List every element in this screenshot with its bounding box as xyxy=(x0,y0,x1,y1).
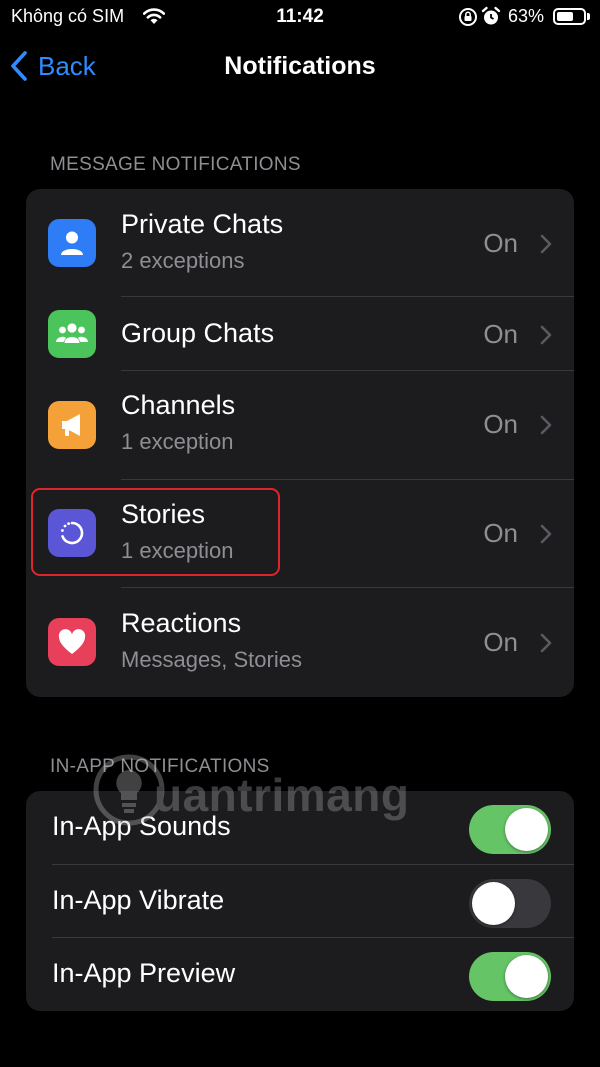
row-private-chats[interactable]: Private Chats 2 exceptions On xyxy=(26,189,574,296)
in-app-vibrate-toggle[interactable] xyxy=(469,879,551,928)
alarm-icon xyxy=(481,6,501,32)
stories-highlight-box xyxy=(31,488,280,576)
status-bar: Không có SIM 11:42 63% xyxy=(0,0,600,34)
toggle-knob xyxy=(505,808,548,851)
person-icon xyxy=(48,219,96,267)
row-group-chats[interactable]: Group Chats On xyxy=(26,297,574,370)
row-title: Channels xyxy=(121,390,236,420)
chevron-right-icon xyxy=(540,524,552,544)
row-value: On xyxy=(483,228,518,258)
group-icon xyxy=(48,310,96,358)
battery-tip xyxy=(587,13,590,20)
chevron-right-icon xyxy=(540,234,552,254)
heart-icon xyxy=(48,618,96,666)
toggle-knob xyxy=(505,955,548,998)
chevron-right-icon xyxy=(540,633,552,653)
watermark: uantrimang xyxy=(92,746,452,836)
megaphone-icon xyxy=(48,401,96,449)
row-subtitle: Messages, Stories xyxy=(121,647,302,672)
in-app-preview-toggle[interactable] xyxy=(469,952,551,1001)
toggle-knob xyxy=(472,882,515,925)
row-value: On xyxy=(483,319,518,349)
row-in-app-preview: In-App Preview xyxy=(26,938,574,1011)
page-title: Notifications xyxy=(224,52,376,80)
row-value: On xyxy=(483,409,518,439)
battery-percent: 63% xyxy=(508,6,545,26)
row-subtitle: 1 exception xyxy=(121,429,234,454)
chevron-right-icon xyxy=(540,325,552,345)
row-title: Reactions xyxy=(121,608,242,638)
row-in-app-vibrate: In-App Vibrate xyxy=(26,865,574,938)
battery-icon xyxy=(553,8,586,25)
watermark-text: uantrimang xyxy=(154,769,410,821)
row-title: Private Chats xyxy=(121,209,284,239)
row-value: On xyxy=(483,518,518,548)
row-title: In-App Vibrate xyxy=(52,885,225,915)
in-app-sounds-toggle[interactable] xyxy=(469,805,551,854)
rotation-lock-icon xyxy=(458,7,478,32)
section-header-message: MESSAGE NOTIFICATIONS xyxy=(50,154,301,175)
row-value: On xyxy=(483,627,518,657)
row-title: Group Chats xyxy=(121,318,275,348)
row-channels[interactable]: Channels 1 exception On xyxy=(26,371,574,478)
row-title: In-App Preview xyxy=(52,958,236,988)
chevron-right-icon xyxy=(540,415,552,435)
row-reactions[interactable]: Reactions Messages, Stories On xyxy=(26,588,574,697)
nav-bar: Back Notifications xyxy=(0,40,600,96)
message-notifications-card: Private Chats 2 exceptions On Group Chat… xyxy=(26,189,574,697)
row-subtitle: 2 exceptions xyxy=(121,248,245,273)
